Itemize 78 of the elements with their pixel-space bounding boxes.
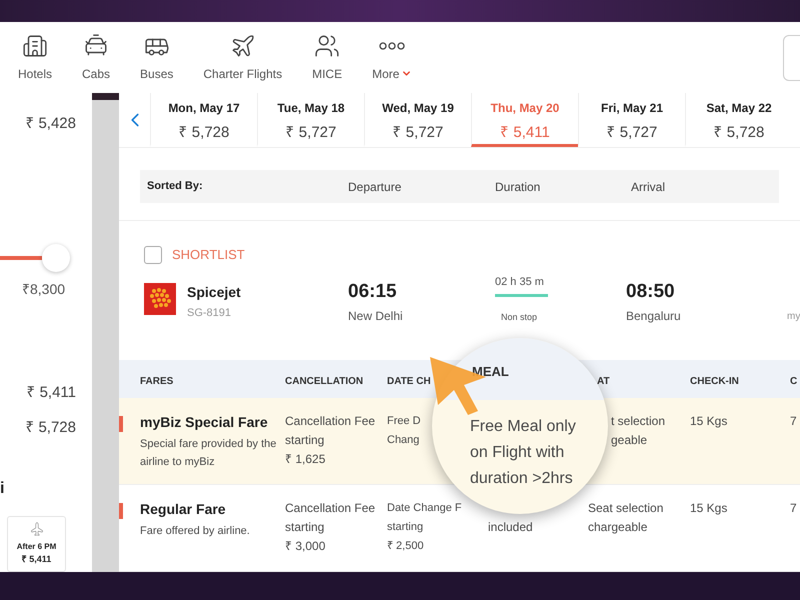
date-change-text: ₹ 2,500	[387, 539, 425, 554]
airline-name: Spicejet	[187, 283, 241, 302]
row-marker	[119, 503, 123, 519]
check-in-text: 15 Kgs	[690, 500, 728, 517]
cancellation-text: ₹ 3,000	[285, 538, 326, 555]
column-header: AT	[597, 375, 610, 389]
plane-icon	[230, 32, 256, 58]
scrollbar-thumb[interactable]	[92, 93, 119, 100]
sort-option[interactable]: Arrival	[631, 178, 711, 196]
people-icon	[314, 32, 340, 58]
row-marker	[119, 416, 123, 432]
airline-logo	[144, 283, 176, 315]
seat-text: chargeable	[588, 519, 648, 536]
nav-item[interactable]: More	[372, 32, 412, 82]
cut-text: i	[0, 479, 4, 499]
magnifier-text: Free Meal only on Flight with duration >2hrs	[470, 417, 577, 489]
taxi-icon	[83, 32, 110, 58]
price-text: ₹ 5,428	[25, 114, 76, 134]
slider-reading: ₹8,300	[22, 280, 66, 299]
scrollbar[interactable]	[92, 93, 119, 572]
fare-description: Special fare provided by the airline to myBiz	[140, 437, 278, 470]
nav-item[interactable]: Cabs	[82, 32, 110, 82]
date-change-text: Date Change F	[387, 501, 462, 516]
slider-thumb[interactable]	[42, 244, 70, 272]
cut-text: 7	[790, 413, 797, 430]
date-change-text: starting	[387, 520, 424, 535]
sort-option[interactable]: Departure	[348, 178, 495, 196]
stops-text: Non stop	[501, 311, 538, 324]
column-header: DATE CH	[387, 375, 431, 389]
meal-text: included	[488, 519, 533, 536]
slider-fill	[0, 256, 42, 260]
cut-text: 7	[790, 500, 797, 517]
price-text: ₹ 5,728	[25, 418, 76, 438]
date-change-text: Chang	[387, 433, 420, 448]
date-change-text: Free D	[387, 414, 421, 429]
price-text: ₹ 5,411	[26, 383, 76, 403]
seat-text: Seat selection	[588, 500, 664, 517]
fare-name: Regular Fare	[140, 500, 227, 519]
nav-item[interactable]: MICE	[312, 32, 342, 82]
cancellation-text: Cancellation Fee	[285, 500, 376, 517]
cancellation-text: starting	[285, 432, 326, 449]
nav-item[interactable]: Buses	[140, 32, 174, 82]
arrival-city: Bengaluru	[626, 308, 681, 325]
checkbox[interactable]	[144, 246, 162, 264]
time-price: ₹ 5,411	[22, 553, 52, 566]
sort-option[interactable]: Duration	[495, 178, 631, 196]
duration-bar	[495, 294, 548, 297]
column-header: CANCELLATION	[285, 375, 364, 389]
check-in-text: 15 Kgs	[690, 413, 728, 430]
cancellation-text: starting	[285, 519, 326, 536]
date-tab[interactable]: Mon, May 17 ₹ 5,728	[150, 93, 257, 147]
duration-text: 02 h 35 m	[495, 275, 544, 290]
date-tab[interactable]: Sat, May 22 ₹ 5,728	[685, 93, 792, 147]
flight-code: SG-8191	[187, 306, 232, 321]
column-header: C	[790, 375, 798, 389]
arrival-time: 08:50	[626, 280, 675, 304]
magnifier-header: MEAL	[472, 363, 509, 381]
cancellation-text: Cancellation Fee	[285, 413, 376, 430]
departure-time: 06:15	[348, 280, 397, 304]
departure-city: New Delhi	[348, 308, 403, 325]
column-header: CHECK-IN	[690, 375, 739, 389]
time-label: After 6 PM	[16, 541, 56, 553]
seat-text: t selection	[611, 413, 666, 430]
date-tab[interactable]: Tue, May 18 ₹ 5,727	[257, 93, 364, 147]
fare-description: Fare offered by airline.	[140, 524, 251, 539]
date-tab[interactable]: Fri, May 21 ₹ 5,727	[578, 93, 685, 147]
time-card[interactable]: After 6 PM ₹ 5,411	[7, 516, 66, 572]
column-header: FARES	[140, 375, 174, 389]
seat-text: geable	[611, 432, 648, 449]
nav-item[interactable]: Charter Flights	[203, 32, 282, 82]
sort-label: Sorted By:	[147, 179, 204, 194]
cut-text: my	[787, 310, 800, 324]
date-tab[interactable]: Wed, May 19 ₹ 5,727	[364, 93, 471, 147]
fare-name: myBiz Special Fare	[140, 413, 269, 432]
dots-icon	[379, 42, 406, 50]
nav-item[interactable]: Hotels	[18, 32, 52, 82]
building-icon	[22, 32, 48, 58]
cancellation-text: ₹ 1,625	[285, 451, 326, 468]
